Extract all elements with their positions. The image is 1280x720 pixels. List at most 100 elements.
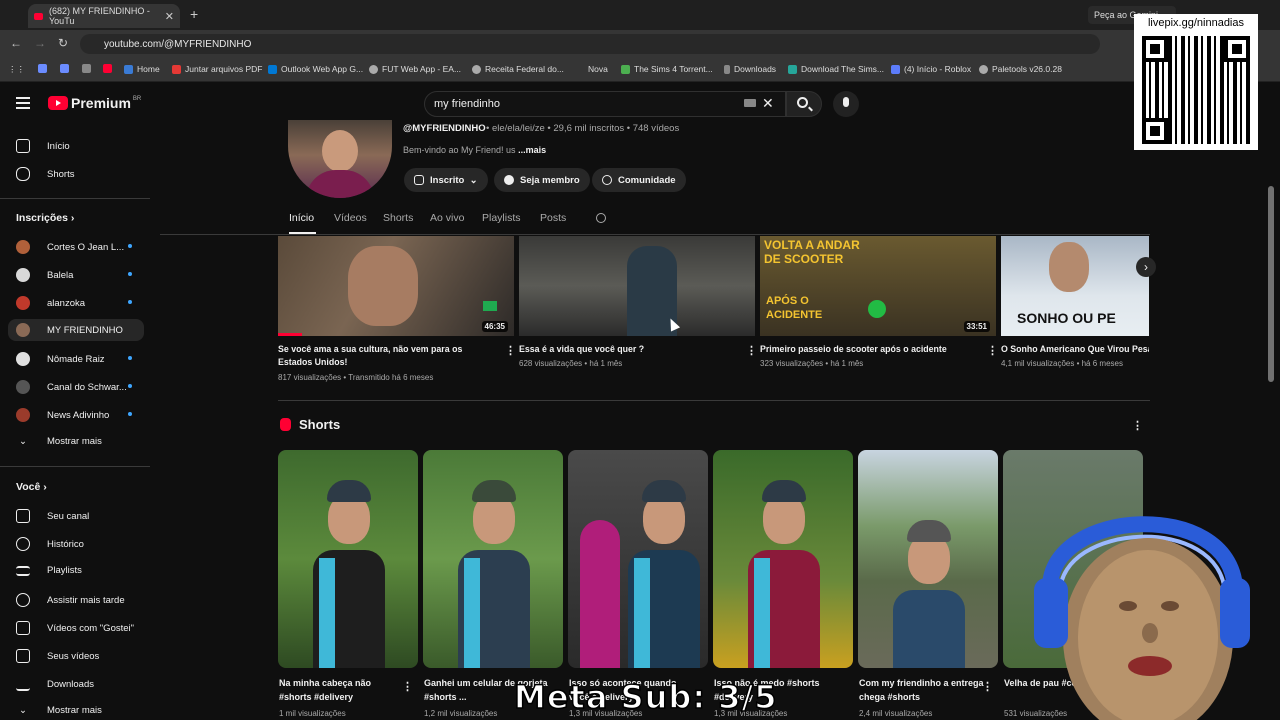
browser-tab[interactable]: (682) MY FRIENDINHO - YouTu ✕ <box>28 4 180 28</box>
short-thumbnail[interactable] <box>278 450 418 668</box>
sidebar-subscription[interactable]: Balela <box>16 268 132 282</box>
shorts-icon <box>16 167 30 181</box>
channel-meta: • ele/ela/lei/ze • 29,6 mil inscritos • … <box>486 123 680 134</box>
sidebar-item-your-channel[interactable]: Seu canal <box>16 509 89 523</box>
video-title[interactable]: Essa é a vida que você quer ? <box>519 343 739 356</box>
qr-code-overlay: livepix.gg/ninnadias <box>1134 14 1258 150</box>
avatar <box>16 408 30 422</box>
short-thumbnail[interactable] <box>858 450 998 668</box>
bookmark-fut[interactable]: FUT Web App - EA... <box>369 64 461 74</box>
sidebar-show-more[interactable]: ⌄ Mostrar mais <box>16 436 102 447</box>
search-icon <box>797 97 808 108</box>
sidebar-item-your-videos[interactable]: Seus vídeos <box>16 649 99 663</box>
sidebar-item-shorts[interactable]: Shorts <box>16 167 74 181</box>
video-title[interactable]: Se você ama a sua cultura, não vem para … <box>278 343 498 369</box>
bookmark-roblox[interactable]: (4) Início - Roblox <box>891 64 971 74</box>
history-icon <box>16 537 30 551</box>
sidebar-item-liked-videos[interactable]: Vídeos com "Gostei" <box>16 621 134 635</box>
sidebar-subscription[interactable]: Canal do Schwar... <box>16 380 132 394</box>
subscriptions-header[interactable]: Inscrições › <box>16 212 74 224</box>
youtube-play-icon <box>48 96 68 110</box>
avatar <box>16 268 30 282</box>
bookmark-home[interactable]: Home <box>124 64 160 74</box>
bookmark-sims-torrent[interactable]: The Sims 4 Torrent... <box>621 64 713 74</box>
channel-search-icon[interactable] <box>596 213 606 223</box>
more-options-icon[interactable]: ⋮ <box>987 344 998 357</box>
short-thumbnail[interactable] <box>713 450 853 668</box>
section-divider <box>278 400 1150 401</box>
video-thumbnail[interactable]: 46:35 <box>278 236 514 336</box>
apps-grid-icon[interactable]: ⋮⋮ <box>8 64 25 75</box>
sidebar-item-home[interactable]: Início <box>16 139 70 153</box>
more-options-icon[interactable]: ⋮ <box>402 680 413 693</box>
keyboard-icon[interactable] <box>744 99 756 107</box>
short-thumbnail[interactable] <box>568 450 708 668</box>
sidebar-item-downloads[interactable]: Downloads <box>16 677 94 691</box>
video-thumbnail[interactable] <box>519 236 755 336</box>
you-header[interactable]: Você › <box>16 481 47 493</box>
bookmark-icon[interactable] <box>103 64 116 73</box>
bookmark-icon[interactable] <box>82 64 95 73</box>
forward-icon[interactable]: → <box>34 36 46 50</box>
tab-posts[interactable]: Posts <box>540 212 566 224</box>
short-thumbnail[interactable] <box>423 450 563 668</box>
voice-search-icon[interactable] <box>833 91 859 117</box>
bookmark-icon[interactable] <box>60 64 73 73</box>
menu-icon[interactable] <box>16 97 30 109</box>
community-button[interactable]: Comunidade <box>592 168 686 192</box>
sidebar-item-history[interactable]: Histórico <box>16 537 84 551</box>
next-arrow-icon[interactable]: › <box>1136 257 1156 277</box>
sidebar-item-playlists[interactable]: Playlists <box>16 565 82 576</box>
page-scrollbar[interactable] <box>1268 186 1274 382</box>
sidebar-subscription[interactable]: Cortes O Jean L... <box>16 240 132 254</box>
bookmark-receita[interactable]: Receita Federal do... <box>472 64 564 74</box>
sidebar-subscription-selected[interactable]: MY FRIENDINHO <box>8 319 144 341</box>
subscribed-button[interactable]: Inscrito ⌄ <box>404 168 488 192</box>
sidebar-subscription[interactable]: Nômade Raiz <box>16 352 132 366</box>
search-input[interactable]: my friendinho <box>424 91 786 117</box>
clear-search-icon[interactable]: ✕ <box>762 95 774 112</box>
back-icon[interactable]: ← <box>10 36 22 50</box>
sidebar-subscription[interactable]: alanzoka <box>16 296 132 310</box>
sidebar-subscription[interactable]: News Adivinho <box>16 408 132 422</box>
url-bar[interactable]: youtube.com/@MYFRIENDINHO <box>80 34 1100 54</box>
bookmark-nova[interactable]: Nova <box>588 64 608 74</box>
bookmark-icon[interactable] <box>38 64 51 73</box>
tab-close-icon[interactable]: ✕ <box>165 10 174 23</box>
short-title[interactable]: Com my friendinho a entrega chega #short… <box>859 676 984 704</box>
avatar <box>16 240 30 254</box>
tab-home[interactable]: Início <box>289 212 314 224</box>
new-content-dot <box>128 300 132 304</box>
tab-live[interactable]: Ao vivo <box>430 212 464 224</box>
bookmark-paletools[interactable]: Paletools v26.0.28 <box>979 64 1062 74</box>
video-thumbnail[interactable]: VOLTA A ANDAR DE SCOOTER APÓS O ACIDENTE… <box>760 236 996 336</box>
tab-playlists[interactable]: Playlists <box>482 212 521 224</box>
sidebar-show-more-you[interactable]: ⌄ Mostrar mais <box>16 705 102 716</box>
tab-videos[interactable]: Vídeos <box>334 212 367 224</box>
avatar <box>16 380 30 394</box>
new-tab-button[interactable]: + <box>190 6 198 22</box>
channel-description[interactable]: Bem-vindo ao My Friend! us ...mais <box>403 145 546 155</box>
reload-icon[interactable]: ↻ <box>58 36 68 50</box>
video-title[interactable]: Primeiro passeio de scooter após o acide… <box>760 343 980 356</box>
video-meta: 628 visualizações • há 1 mês <box>519 359 623 368</box>
new-content-dot <box>128 272 132 276</box>
video-thumbnail[interactable]: SONHO OU PE <box>1001 236 1149 336</box>
more-options-icon[interactable]: ⋮ <box>746 344 757 357</box>
short-title[interactable]: Na minha cabeça não #shorts #delivery <box>279 676 404 704</box>
sidebar-item-watch-later[interactable]: Assistir mais tarde <box>16 593 125 607</box>
search-button[interactable] <box>786 91 822 117</box>
video-title[interactable]: O Sonho Americano Que Virou Pesa <box>1001 343 1149 356</box>
bookmark-sims-download[interactable]: Download The Sims... <box>788 64 884 74</box>
join-button[interactable]: Seja membro <box>494 168 590 192</box>
streamer-avatar-overlay <box>1034 516 1250 720</box>
bookmark-downloads[interactable]: Downloads <box>724 64 776 74</box>
bookmark-outlook[interactable]: Outlook Web App G... <box>268 64 363 74</box>
bell-icon <box>414 175 424 185</box>
more-options-icon[interactable]: ⋮ <box>1132 419 1143 432</box>
tab-shorts[interactable]: Shorts <box>383 212 413 224</box>
more-options-icon[interactable]: ⋮ <box>505 344 516 357</box>
more-options-icon[interactable]: ⋮ <box>982 680 993 693</box>
bookmark-pdf[interactable]: Juntar arquivos PDF <box>172 64 262 74</box>
youtube-premium-logo[interactable]: Premium BR <box>48 95 141 111</box>
